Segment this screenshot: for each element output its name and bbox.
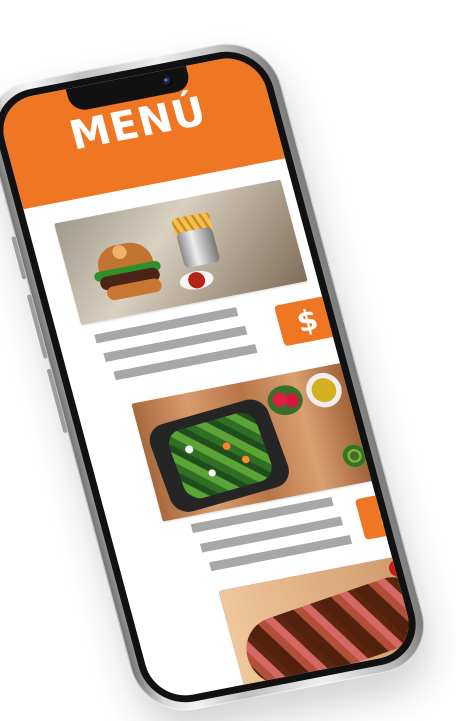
phone-screen: MENÚ $ $ [0,52,418,702]
mobile-menu-mockup: MENÚ $ $ [0,0,456,721]
radish-icon [264,382,307,419]
fries-cup-icon [175,226,221,269]
price-button[interactable]: $ [354,488,418,541]
burger-photo[interactable] [54,179,308,326]
herb-icon [339,441,370,470]
oil-bowl-icon [302,369,346,411]
price-button[interactable]: $ [273,294,341,347]
phone-device: MENÚ $ $ [0,34,436,720]
salad-photo[interactable] [131,362,378,522]
sauce-icon [177,268,216,293]
camera-icon [162,75,174,87]
phone-bezel: MENÚ $ $ [0,44,426,710]
steak-photo[interactable] [218,550,418,702]
